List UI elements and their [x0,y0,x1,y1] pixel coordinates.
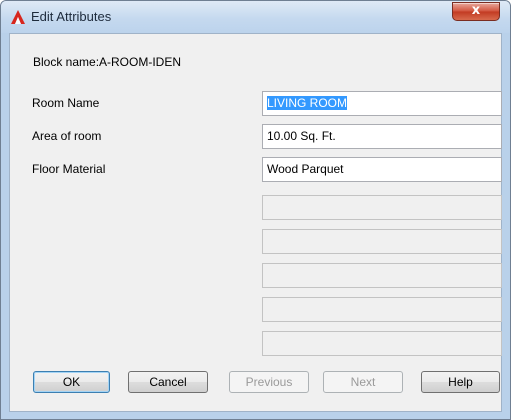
area-of-room-value: 10.00 Sq. Ft. [267,129,336,143]
help-button[interactable]: Help [421,371,500,393]
autocad-a-icon [11,10,25,24]
floor-material-label: Floor Material [32,162,106,176]
floor-material-value: Wood Parquet [267,162,344,176]
close-icon: x [471,3,481,18]
floor-material-field[interactable]: Wood Parquet [262,157,502,182]
area-of-room-label: Area of room [32,129,102,143]
empty-attribute-field [262,263,502,288]
room-name-value: LIVING ROOM [267,96,348,110]
block-name-label: Block name: [33,55,100,69]
dialog-body: Block name: A-ROOM-IDEN Room Name LIVING… [9,33,502,412]
next-button[interactable]: Next [323,371,403,393]
window-title: Edit Attributes [31,9,112,24]
edit-attributes-dialog: Edit Attributes x Block name: A-ROOM-IDE… [0,0,511,420]
room-name-field[interactable]: LIVING ROOM [262,91,502,116]
empty-attribute-field [262,297,502,322]
room-name-label: Room Name [32,96,100,110]
title-bar[interactable]: Edit Attributes x [1,1,510,33]
cancel-button[interactable]: Cancel [128,371,208,393]
ok-button[interactable]: OK [33,371,110,393]
close-button[interactable]: x [452,2,500,21]
empty-attribute-field [262,229,502,254]
empty-attribute-field [262,195,502,220]
empty-attribute-field [262,331,502,356]
block-name-value: A-ROOM-IDEN [99,55,181,69]
previous-button[interactable]: Previous [229,371,309,393]
area-of-room-field[interactable]: 10.00 Sq. Ft. [262,124,502,149]
